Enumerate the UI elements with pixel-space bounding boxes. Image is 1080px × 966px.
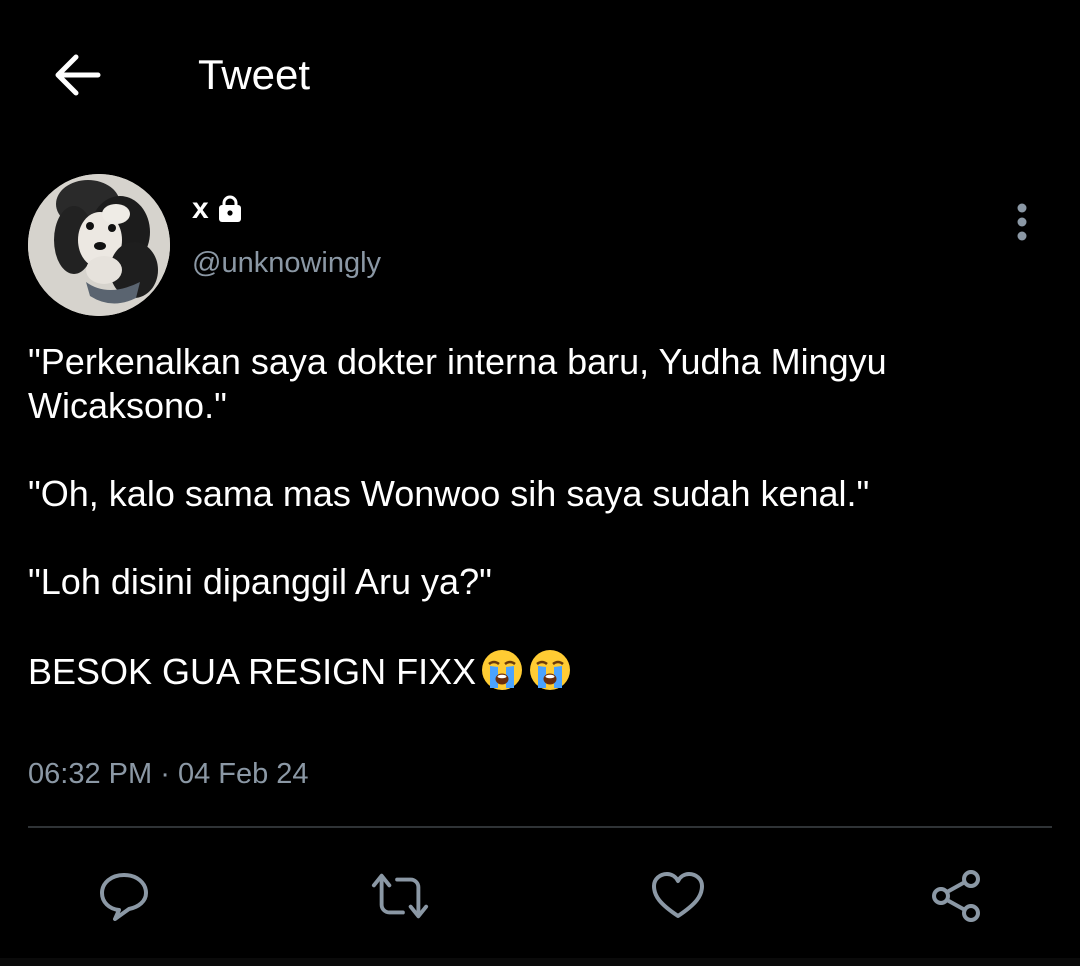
tweet-paragraph: "Perkenalkan saya dokter interna baru, Y…	[28, 341, 887, 426]
crying-face-emoji	[528, 648, 572, 692]
tweet-paragraph: "Loh disini dipanggil Aru ya?"	[28, 561, 492, 602]
share-icon	[932, 870, 980, 922]
display-name-row: x	[192, 192, 245, 226]
arrow-left-icon	[55, 54, 101, 96]
dog-avatar-image	[28, 174, 170, 316]
share-button[interactable]	[926, 866, 986, 926]
lock-icon	[215, 194, 245, 224]
tweet-actions	[0, 850, 1080, 940]
more-options-button[interactable]	[1004, 200, 1040, 244]
tweet-paragraph-last: BESOK GUA RESIGN FIXX	[28, 648, 1038, 694]
reply-button[interactable]	[94, 866, 154, 926]
tweet-paragraph: "Oh, kalo sama mas Wonwoo sih saya sudah…	[28, 473, 870, 514]
retweet-icon	[371, 873, 429, 919]
tweet-date: 04 Feb 24	[177, 758, 309, 790]
retweet-button[interactable]	[370, 866, 430, 926]
bottom-edge	[0, 958, 1080, 966]
avatar[interactable]	[28, 174, 170, 316]
heart-icon	[652, 872, 704, 918]
tweet-time: 06:32 PM	[28, 758, 153, 790]
crying-face-emoji	[480, 648, 524, 692]
divider	[28, 826, 1052, 828]
tweet-author: x @unknowingly	[28, 174, 1052, 318]
page-title: Tweet	[198, 51, 311, 98]
display-name[interactable]: x	[192, 192, 209, 226]
top-bar: Tweet	[0, 0, 1080, 150]
tweet-timestamp: 06:32 PM · 04 Feb 24	[28, 756, 309, 792]
tweet-text: "Perkenalkan saya dokter interna baru, Y…	[28, 340, 1038, 694]
back-button[interactable]	[48, 46, 106, 104]
timestamp-separator: ·	[160, 758, 170, 790]
like-button[interactable]	[648, 866, 708, 926]
user-handle[interactable]: @unknowingly	[192, 246, 381, 280]
tweet-paragraph-text: BESOK GUA RESIGN FIXX	[28, 651, 477, 692]
more-vertical-icon	[1017, 203, 1027, 241]
reply-icon	[100, 873, 148, 921]
